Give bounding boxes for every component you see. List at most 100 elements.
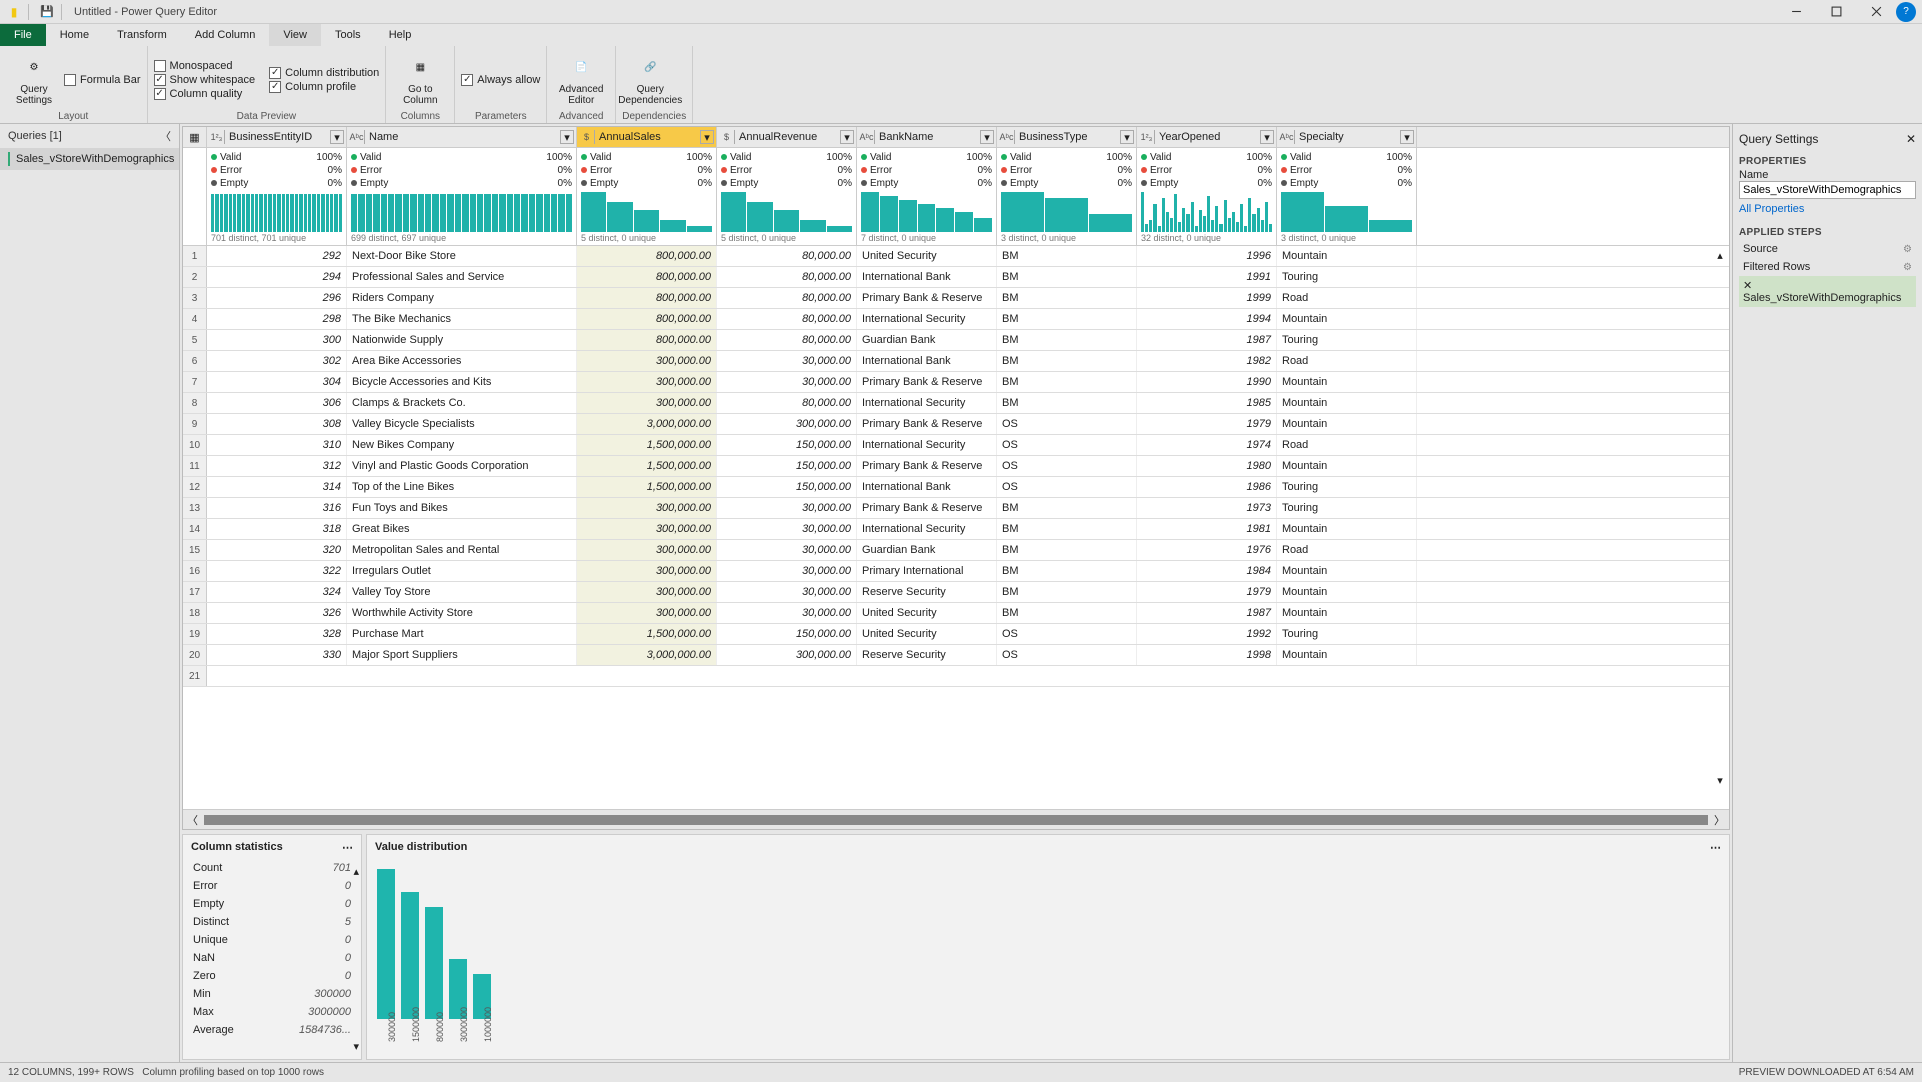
datatype-icon[interactable]: Aᵇc bbox=[861, 130, 875, 144]
row-number[interactable]: 16 bbox=[183, 561, 207, 581]
row-number[interactable]: 9 bbox=[183, 414, 207, 434]
tab-addcolumn[interactable]: Add Column bbox=[181, 24, 270, 46]
filter-dropdown-icon[interactable]: ▾ bbox=[330, 130, 344, 144]
column-header-businessentityid[interactable]: 1²₃BusinessEntityID▾ bbox=[207, 127, 347, 147]
collapse-icon[interactable]: 〈 bbox=[160, 128, 171, 144]
all-properties-link[interactable]: All Properties bbox=[1739, 203, 1916, 215]
filter-dropdown-icon[interactable]: ▾ bbox=[1260, 130, 1274, 144]
tab-tools[interactable]: Tools bbox=[321, 24, 375, 46]
table-row[interactable]: 1292Next-Door Bike Store800,000.0080,000… bbox=[183, 246, 1729, 267]
save-icon[interactable]: 💾 bbox=[37, 2, 57, 22]
filter-dropdown-icon[interactable]: ▾ bbox=[700, 130, 714, 144]
row-number[interactable]: 10 bbox=[183, 435, 207, 455]
scroll-down-icon[interactable]: ▾ bbox=[1713, 773, 1727, 787]
table-row[interactable]: 2294Professional Sales and Service800,00… bbox=[183, 267, 1729, 288]
tab-home[interactable]: Home bbox=[46, 24, 103, 46]
filter-dropdown-icon[interactable]: ▾ bbox=[1120, 130, 1134, 144]
query-settings-button[interactable]: ⚙ Query Settings bbox=[6, 54, 62, 106]
column-header-annualrevenue[interactable]: $AnnualRevenue▾ bbox=[717, 127, 857, 147]
filter-dropdown-icon[interactable]: ▾ bbox=[560, 130, 574, 144]
distribution-bar[interactable]: 3000000 bbox=[449, 959, 467, 1019]
table-row[interactable]: 6302Area Bike Accessories300,000.0030,00… bbox=[183, 351, 1729, 372]
table-row[interactable]: 21 bbox=[183, 666, 1729, 687]
stats-scroll-up-icon[interactable]: ▴ bbox=[353, 865, 359, 878]
row-number[interactable]: 8 bbox=[183, 393, 207, 413]
distribution-bar[interactable]: 1000000 bbox=[473, 974, 491, 1019]
gear-icon[interactable]: ⚙ bbox=[1903, 244, 1912, 255]
table-row[interactable]: 8306Clamps & Brackets Co.300,000.0080,00… bbox=[183, 393, 1729, 414]
scroll-right-icon[interactable]: 〉 bbox=[1714, 812, 1725, 828]
table-row[interactable]: 19328Purchase Mart1,500,000.00150,000.00… bbox=[183, 624, 1729, 645]
datatype-icon[interactable]: 1²₃ bbox=[211, 130, 225, 144]
scroll-left-icon[interactable]: 〈 bbox=[187, 812, 198, 828]
horizontal-scrollbar[interactable]: 〈 〉 bbox=[183, 809, 1729, 829]
row-number[interactable]: 18 bbox=[183, 603, 207, 623]
distribution-bar[interactable]: 800000 bbox=[425, 907, 443, 1020]
tab-help[interactable]: Help bbox=[375, 24, 426, 46]
row-number[interactable]: 7 bbox=[183, 372, 207, 392]
rownum-header[interactable]: ▦ bbox=[183, 127, 207, 147]
more-icon[interactable]: ⋯ bbox=[1710, 841, 1721, 854]
check-monospaced[interactable]: Monospaced bbox=[154, 60, 256, 72]
check-column-quality[interactable]: Column quality bbox=[154, 88, 256, 100]
check-whitespace[interactable]: Show whitespace bbox=[154, 74, 256, 86]
tab-transform[interactable]: Transform bbox=[103, 24, 181, 46]
row-number[interactable]: 2 bbox=[183, 267, 207, 287]
table-row[interactable]: 7304Bicycle Accessories and Kits300,000.… bbox=[183, 372, 1729, 393]
row-number[interactable]: 5 bbox=[183, 330, 207, 350]
tab-view[interactable]: View bbox=[269, 24, 321, 46]
applied-step[interactable]: Source⚙ bbox=[1739, 240, 1916, 258]
row-number[interactable]: 12 bbox=[183, 477, 207, 497]
row-number[interactable]: 4 bbox=[183, 309, 207, 329]
row-number[interactable]: 6 bbox=[183, 351, 207, 371]
column-header-annualsales[interactable]: $AnnualSales▾ bbox=[577, 127, 717, 147]
row-number[interactable]: 3 bbox=[183, 288, 207, 308]
row-number[interactable]: 15 bbox=[183, 540, 207, 560]
check-formula-bar[interactable]: Formula Bar bbox=[64, 74, 141, 86]
advanced-editor-button[interactable]: 📄 Advanced Editor bbox=[553, 54, 609, 106]
datatype-icon[interactable]: $ bbox=[721, 130, 735, 144]
datatype-icon[interactable]: Aᵇc bbox=[351, 130, 365, 144]
row-number[interactable]: 17 bbox=[183, 582, 207, 602]
datatype-icon[interactable]: Aᵇc bbox=[1281, 130, 1295, 144]
row-number[interactable]: 14 bbox=[183, 519, 207, 539]
table-row[interactable]: 16322Irregulars Outlet300,000.0030,000.0… bbox=[183, 561, 1729, 582]
table-row[interactable]: 14318Great Bikes300,000.0030,000.00Inter… bbox=[183, 519, 1729, 540]
close-icon[interactable]: ✕ bbox=[1906, 132, 1916, 146]
column-header-bankname[interactable]: AᵇcBankName▾ bbox=[857, 127, 997, 147]
datatype-icon[interactable]: Aᵇc bbox=[1001, 130, 1015, 144]
table-row[interactable]: 15320Metropolitan Sales and Rental300,00… bbox=[183, 540, 1729, 561]
filter-dropdown-icon[interactable]: ▾ bbox=[840, 130, 854, 144]
query-item[interactable]: Sales_vStoreWithDemographics bbox=[0, 148, 179, 170]
table-row[interactable]: 9308Valley Bicycle Specialists3,000,000.… bbox=[183, 414, 1729, 435]
table-row[interactable]: 20330Major Sport Suppliers3,000,000.0030… bbox=[183, 645, 1729, 666]
more-icon[interactable]: ⋯ bbox=[342, 841, 353, 854]
filter-dropdown-icon[interactable]: ▾ bbox=[1400, 130, 1414, 144]
table-row[interactable]: 10310New Bikes Company1,500,000.00150,00… bbox=[183, 435, 1729, 456]
column-header-yearopened[interactable]: 1²₃YearOpened▾ bbox=[1137, 127, 1277, 147]
query-dependencies-button[interactable]: 🔗 Query Dependencies bbox=[622, 54, 678, 106]
check-always-allow[interactable]: Always allow bbox=[461, 74, 540, 86]
table-row[interactable]: 12314Top of the Line Bikes1,500,000.0015… bbox=[183, 477, 1729, 498]
table-row[interactable]: 5300Nationwide Supply800,000.0080,000.00… bbox=[183, 330, 1729, 351]
goto-column-button[interactable]: ▦ Go to Column bbox=[392, 54, 448, 106]
close-button[interactable] bbox=[1856, 0, 1896, 24]
filter-dropdown-icon[interactable]: ▾ bbox=[980, 130, 994, 144]
column-header-businesstype[interactable]: AᵇcBusinessType▾ bbox=[997, 127, 1137, 147]
table-row[interactable]: 13316Fun Toys and Bikes300,000.0030,000.… bbox=[183, 498, 1729, 519]
check-column-profile[interactable]: Column profile bbox=[269, 81, 379, 93]
distribution-bar[interactable]: 1500000 bbox=[401, 892, 419, 1020]
table-row[interactable]: 17324Valley Toy Store300,000.0030,000.00… bbox=[183, 582, 1729, 603]
table-row[interactable]: 4298The Bike Mechanics800,000.0080,000.0… bbox=[183, 309, 1729, 330]
column-header-specialty[interactable]: AᵇcSpecialty▾ bbox=[1277, 127, 1417, 147]
distribution-bar[interactable]: 300000 bbox=[377, 869, 395, 1019]
datatype-icon[interactable]: $ bbox=[581, 130, 595, 144]
tab-file[interactable]: File bbox=[0, 24, 46, 46]
table-row[interactable]: 3296Riders Company800,000.0080,000.00Pri… bbox=[183, 288, 1729, 309]
maximize-button[interactable] bbox=[1816, 0, 1856, 24]
help-icon[interactable]: ? bbox=[1896, 2, 1916, 22]
column-header-name[interactable]: AᵇcName▾ bbox=[347, 127, 577, 147]
row-number[interactable]: 11 bbox=[183, 456, 207, 476]
row-number[interactable]: 13 bbox=[183, 498, 207, 518]
applied-step[interactable]: ✕ Sales_vStoreWithDemographics bbox=[1739, 276, 1916, 307]
